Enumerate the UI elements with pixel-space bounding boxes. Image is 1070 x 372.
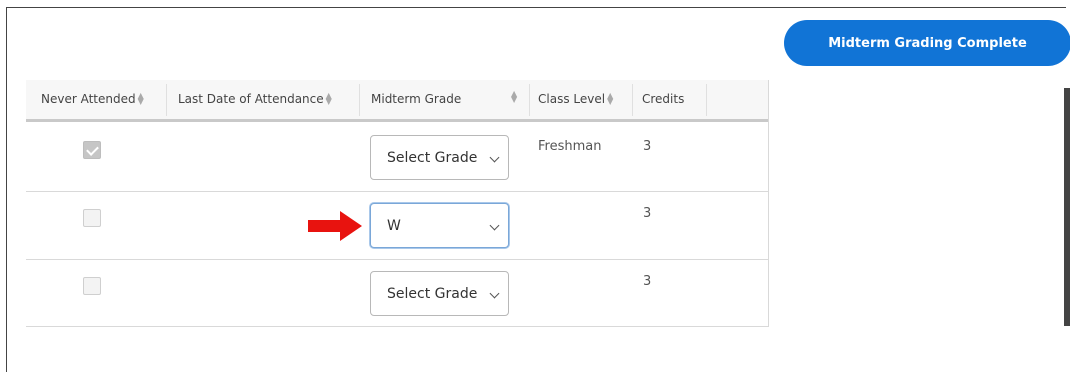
never-attended-checkbox[interactable] [83, 141, 101, 159]
sort-icon[interactable]: ▲ ▼ [326, 92, 332, 106]
column-header-last-date[interactable]: Last Date of Attendance ▲ ▼ [178, 92, 332, 107]
column-header-midterm-grade[interactable]: Midterm Grade [371, 92, 461, 106]
class-level-value: Freshman [538, 139, 602, 154]
credits-value: 3 [643, 274, 652, 289]
column-label: Last Date of Attendance [178, 92, 324, 106]
scrollbar[interactable] [1064, 88, 1070, 326]
midterm-grade-select[interactable]: Select Grade [370, 271, 509, 316]
chevron-down-icon [489, 220, 500, 231]
selected-value: W [387, 217, 401, 234]
red-arrow-icon [308, 211, 362, 241]
sort-icon[interactable]: ▲ ▼ [511, 90, 517, 104]
table-header: Never Attended ▲ ▼ Last Date of Attendanc… [26, 80, 768, 122]
sort-icon[interactable]: ▲ ▼ [607, 92, 613, 106]
chevron-down-icon [489, 288, 500, 299]
column-label: Credits [642, 92, 685, 106]
column-header-class-level[interactable]: Class Level ▲ ▼ [538, 92, 613, 107]
table-row: W 3 [26, 192, 768, 260]
table-row: Select Grade 3 [26, 260, 768, 327]
credits-value: 3 [643, 206, 652, 221]
midterm-grade-select[interactable]: W [370, 203, 509, 248]
column-divider [359, 84, 360, 116]
sort-icon[interactable]: ▲ ▼ [138, 92, 144, 106]
column-divider [706, 84, 707, 116]
column-label: Never Attended [41, 92, 136, 106]
midterm-grading-complete-button[interactable]: Midterm Grading Complete [784, 20, 1070, 66]
table-row: Select Grade Freshman 3 [26, 122, 768, 192]
credits-value: 3 [643, 139, 652, 154]
never-attended-checkbox[interactable] [83, 277, 101, 295]
grades-table: Never Attended ▲ ▼ Last Date of Attendanc… [26, 80, 769, 327]
column-label: Midterm Grade [371, 92, 462, 106]
selected-value: Select Grade [387, 285, 478, 302]
column-divider [166, 84, 167, 116]
column-divider [632, 84, 633, 116]
selected-value: Select Grade [387, 149, 478, 166]
midterm-grade-select[interactable]: Select Grade [370, 135, 509, 180]
column-label: Class Level [538, 92, 606, 106]
never-attended-checkbox[interactable] [83, 209, 101, 227]
column-header-never-attended[interactable]: Never Attended ▲ ▼ [41, 92, 144, 107]
column-header-credits: Credits [642, 92, 684, 106]
column-divider [529, 84, 530, 116]
chevron-down-icon [489, 152, 500, 163]
